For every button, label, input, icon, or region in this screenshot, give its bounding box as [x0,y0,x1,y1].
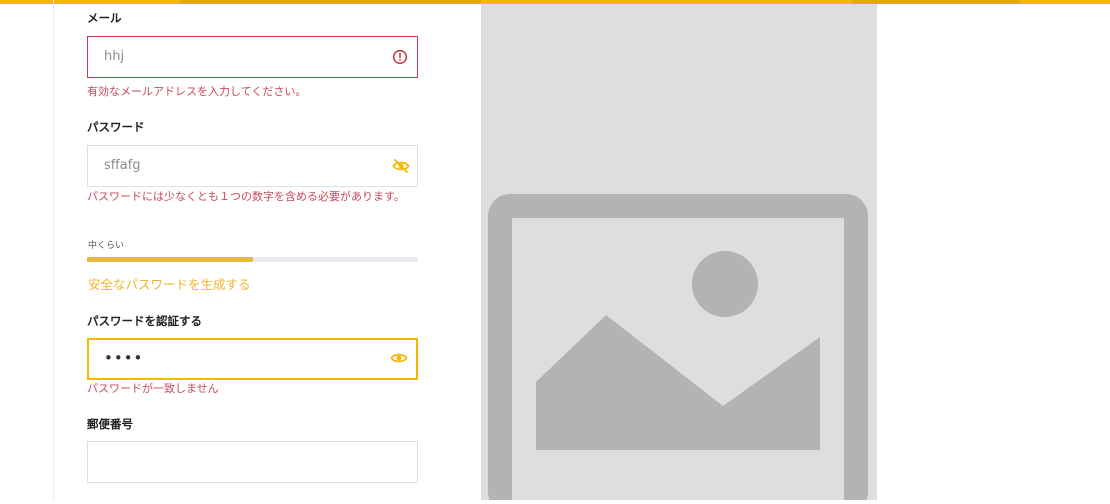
password-value: sffafg [104,158,141,173]
email-value: hhj [104,49,125,64]
password-field[interactable]: sffafg [87,145,418,187]
form-panel-border [53,0,54,500]
postal-code-label: 郵便番号 [87,417,133,431]
image-placeholder-icon [488,194,868,504]
confirm-password-label: パスワードを認証する [87,314,202,328]
top-accent-bar-segment [180,0,481,4]
password-label: パスワード [87,120,145,134]
error-circle-icon [392,49,408,65]
image-placeholder [481,4,877,504]
generate-password-link[interactable]: 安全なパスワードを生成する [88,274,251,293]
confirm-password-value: •••• [104,349,144,367]
confirm-password-error: パスワードが一致しません [87,382,219,395]
top-accent-bar-segment [852,0,1020,4]
email-error: 有効なメールアドレスを入力してください。 [87,85,307,98]
password-strength-label: 中くらい [88,241,125,251]
password-strength-fill [87,257,253,262]
password-error: パスワードには少なくとも１つの数字を含める必要があります。 [87,190,405,203]
confirm-password-field[interactable]: •••• [87,338,418,380]
email-label: メール [87,11,122,25]
password-strength-meter [87,257,418,262]
eye-icon[interactable] [390,350,408,366]
eye-off-icon[interactable] [392,158,410,174]
postal-code-field[interactable] [87,441,418,483]
email-field[interactable]: hhj [87,36,418,78]
